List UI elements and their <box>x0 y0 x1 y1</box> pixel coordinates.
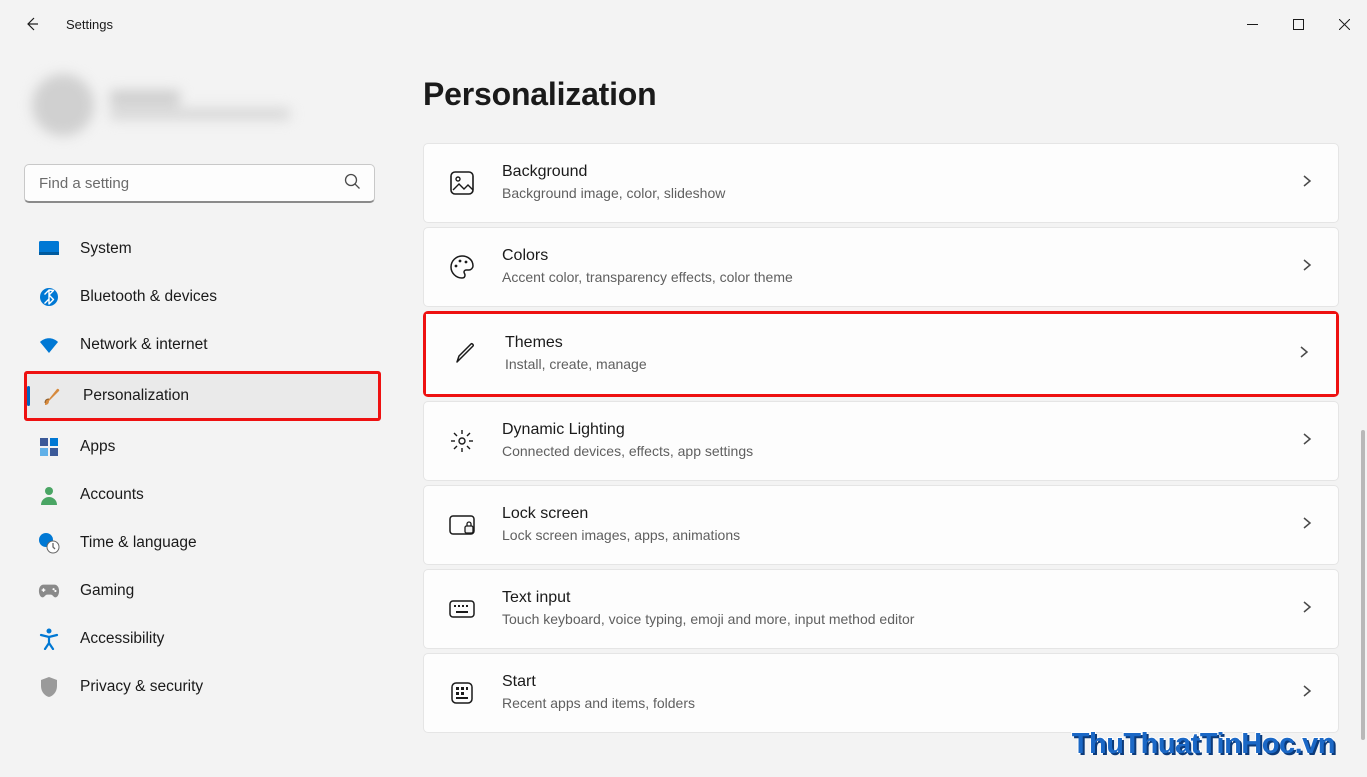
sidebar-item-system[interactable]: System <box>24 227 381 271</box>
maximize-button[interactable] <box>1275 8 1321 40</box>
image-icon <box>448 169 476 197</box>
person-icon <box>38 484 60 506</box>
search-icon[interactable] <box>344 173 361 195</box>
card-desc: Touch keyboard, voice typing, emoji and … <box>502 610 1274 630</box>
card-title: Text input <box>502 588 1274 609</box>
shield-icon <box>38 676 60 698</box>
chevron-right-icon <box>1300 600 1314 619</box>
settings-cards: Background Background image, color, slid… <box>423 143 1339 733</box>
light-icon <box>448 427 476 455</box>
chevron-right-icon <box>1300 258 1314 277</box>
sidebar-item-label: Personalization <box>83 387 189 405</box>
chevron-right-icon <box>1297 345 1311 364</box>
sidebar-item-label: Accessibility <box>80 630 164 648</box>
nav-list: System Bluetooth & devices Network & int… <box>24 227 381 709</box>
card-desc: Recent apps and items, folders <box>502 694 1274 714</box>
gamepad-icon <box>38 580 60 602</box>
brush-icon <box>41 385 63 407</box>
card-desc: Install, create, manage <box>505 355 1271 375</box>
card-desc: Connected devices, effects, app settings <box>502 442 1274 462</box>
card-desc: Lock screen images, apps, animations <box>502 526 1274 546</box>
sidebar-item-label: Bluetooth & devices <box>80 288 217 306</box>
card-title: Background <box>502 162 1274 183</box>
sidebar-item-label: Apps <box>80 438 115 456</box>
annotation-highlight-sidebar: Personalization <box>24 371 381 421</box>
card-dynamic-lighting[interactable]: Dynamic Lighting Connected devices, effe… <box>423 401 1339 481</box>
chevron-right-icon <box>1300 516 1314 535</box>
palette-icon <box>448 253 476 281</box>
bluetooth-icon <box>38 286 60 308</box>
wifi-icon <box>38 334 60 356</box>
page-title: Personalization <box>423 76 1339 113</box>
sidebar-item-time[interactable]: Time & language <box>24 521 381 565</box>
card-desc: Background image, color, slideshow <box>502 184 1274 204</box>
sidebar-item-accessibility[interactable]: Accessibility <box>24 617 381 661</box>
search-input[interactable] <box>24 164 375 203</box>
sidebar: System Bluetooth & devices Network & int… <box>0 48 395 777</box>
pen-icon <box>451 340 479 368</box>
apps-icon <box>38 436 60 458</box>
card-title: Dynamic Lighting <box>502 420 1274 441</box>
sidebar-item-network[interactable]: Network & internet <box>24 323 381 367</box>
card-colors[interactable]: Colors Accent color, transparency effect… <box>423 227 1339 307</box>
sidebar-item-bluetooth[interactable]: Bluetooth & devices <box>24 275 381 319</box>
sidebar-item-label: Network & internet <box>80 336 208 354</box>
card-title: Themes <box>505 333 1271 354</box>
card-themes[interactable]: Themes Install, create, manage <box>426 314 1336 394</box>
avatar <box>32 74 94 136</box>
sidebar-item-gaming[interactable]: Gaming <box>24 569 381 613</box>
user-name <box>110 90 180 106</box>
sidebar-item-privacy[interactable]: Privacy & security <box>24 665 381 709</box>
system-icon <box>38 238 60 260</box>
user-block[interactable] <box>24 68 381 164</box>
user-email <box>110 108 290 120</box>
back-icon[interactable] <box>24 16 40 32</box>
minimize-button[interactable] <box>1229 8 1275 40</box>
chevron-right-icon <box>1300 684 1314 703</box>
chevron-right-icon <box>1300 174 1314 193</box>
card-background[interactable]: Background Background image, color, slid… <box>423 143 1339 223</box>
sidebar-item-apps[interactable]: Apps <box>24 425 381 469</box>
app-title: Settings <box>66 17 113 32</box>
sidebar-item-personalization[interactable]: Personalization <box>27 374 378 418</box>
card-title: Colors <box>502 246 1274 267</box>
card-title: Lock screen <box>502 504 1274 525</box>
close-button[interactable] <box>1321 8 1367 40</box>
card-text-input[interactable]: Text input Touch keyboard, voice typing,… <box>423 569 1339 649</box>
sidebar-item-accounts[interactable]: Accounts <box>24 473 381 517</box>
sidebar-item-label: Accounts <box>80 486 144 504</box>
clock-globe-icon <box>38 532 60 554</box>
window-controls <box>1229 8 1367 40</box>
card-start[interactable]: Start Recent apps and items, folders <box>423 653 1339 733</box>
sidebar-item-label: Gaming <box>80 582 134 600</box>
sidebar-item-label: System <box>80 240 132 258</box>
scrollbar[interactable] <box>1361 430 1365 740</box>
accessibility-icon <box>38 628 60 650</box>
main-content: Personalization Background Background im… <box>395 48 1367 777</box>
card-title: Start <box>502 672 1274 693</box>
sidebar-item-label: Privacy & security <box>80 678 203 696</box>
titlebar: Settings <box>0 0 1367 48</box>
keyboard-icon <box>448 595 476 623</box>
annotation-highlight-main: Themes Install, create, manage <box>423 311 1339 397</box>
chevron-right-icon <box>1300 432 1314 451</box>
start-icon <box>448 679 476 707</box>
card-lock-screen[interactable]: Lock screen Lock screen images, apps, an… <box>423 485 1339 565</box>
sidebar-item-label: Time & language <box>80 534 197 552</box>
lock-screen-icon <box>448 511 476 539</box>
card-desc: Accent color, transparency effects, colo… <box>502 268 1274 288</box>
